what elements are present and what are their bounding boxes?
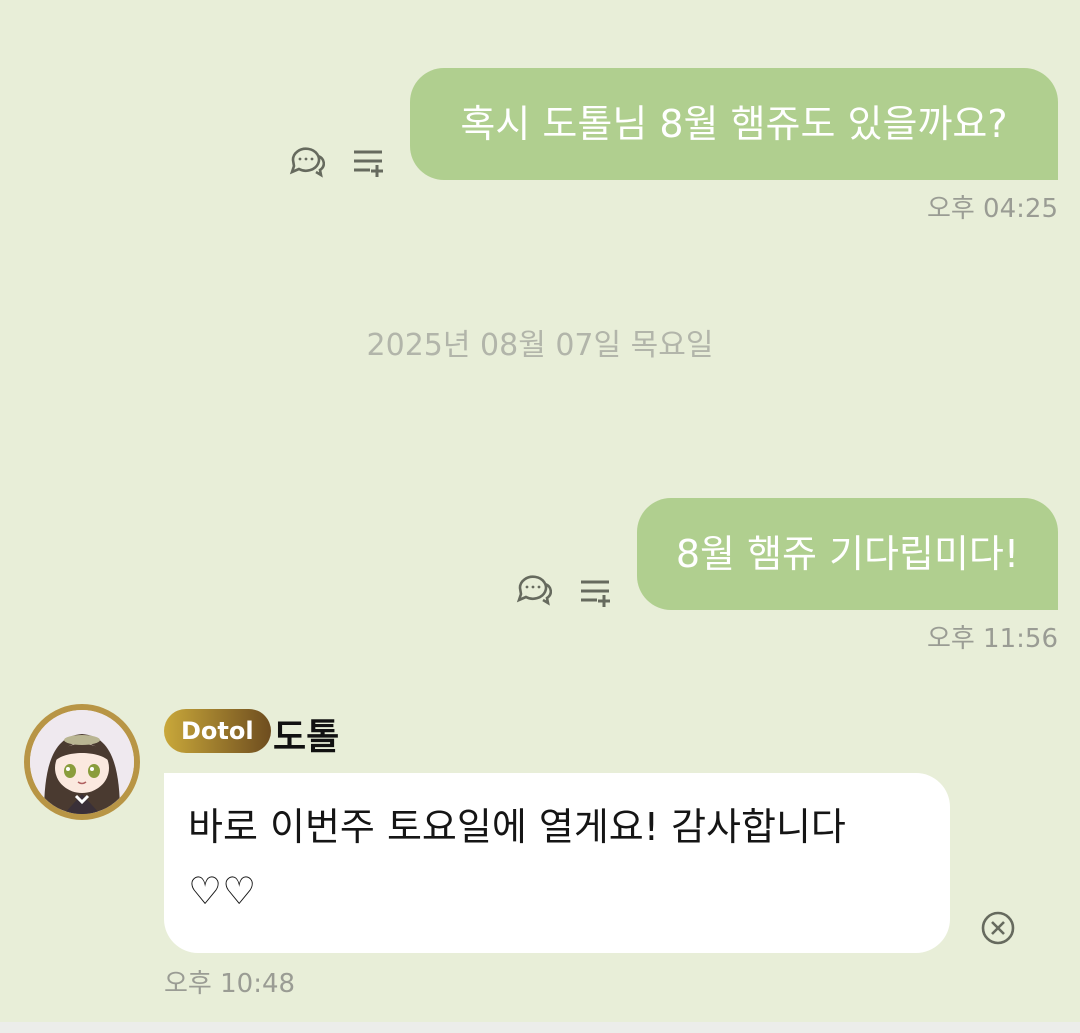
outgoing-message-bubble[interactable]: 8월 햄쥬 기다립미다! bbox=[637, 498, 1058, 610]
avatar[interactable] bbox=[24, 704, 140, 820]
incoming-message-bubble[interactable]: 바로 이번주 토요일에 열게요! 감사합니다 ♡♡ bbox=[164, 773, 950, 953]
outgoing-message-bubble[interactable]: 혹시 도톨님 8월 햄쥬도 있을까요? bbox=[410, 68, 1058, 180]
message-text: 8월 햄쥬 기다립미다! bbox=[675, 532, 1020, 576]
message-text: 혹시 도톨님 8월 햄쥬도 있을까요? bbox=[460, 102, 1008, 146]
reply-icon[interactable] bbox=[286, 142, 326, 182]
message-time: 오후 11:56 bbox=[926, 624, 1058, 654]
date-separator: 2025년 08월 07일 목요일 bbox=[366, 328, 714, 363]
playlist-add-icon[interactable] bbox=[348, 142, 388, 182]
user-badge: Dotol bbox=[164, 709, 271, 753]
bottom-bar bbox=[0, 1022, 1080, 1033]
close-circle-icon[interactable] bbox=[978, 908, 1018, 948]
message-time: 오후 04:25 bbox=[926, 194, 1058, 224]
playlist-add-icon[interactable] bbox=[575, 572, 615, 612]
message-text-line: ♡♡ bbox=[188, 869, 257, 913]
message-time: 오후 10:48 bbox=[164, 969, 296, 999]
sender-name[interactable]: 도톨 bbox=[273, 708, 339, 760]
reply-icon[interactable] bbox=[513, 570, 553, 610]
message-text-line: 바로 이번주 토요일에 열게요! 감사합니다 bbox=[188, 805, 846, 849]
